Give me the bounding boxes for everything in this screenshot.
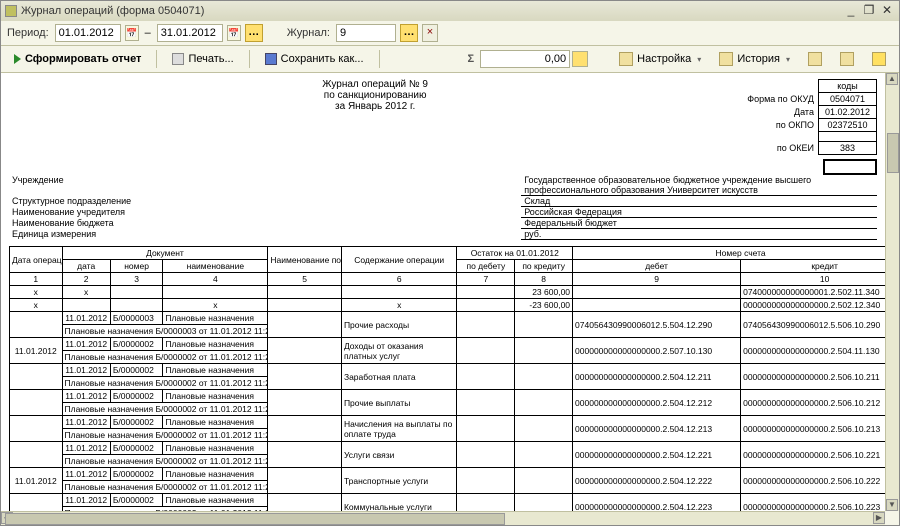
table-header: Дата операции Документ Наименование пока… [10,247,886,286]
app-icon [5,5,17,17]
gear-icon [619,52,633,66]
sum-calc-button[interactable] [572,51,588,67]
table-row[interactable]: 11.01.2012Б/0000003Плановые назначенияПр… [10,312,886,325]
titlebar: Журнал операций (форма 0504071) _ ❐ ✕ [1,1,899,21]
table-row[interactable]: 11.01.2012Б/0000002Плановые назначенияУс… [10,442,886,455]
table-row[interactable]: 11.01.201211.01.2012Б/0000002Плановые на… [10,338,886,351]
table-row[interactable]: 11.01.2012Б/0000002Плановые назначенияНа… [10,416,886,429]
table-row[interactable]: 11.01.2012Б/0000002Плановые назначенияКо… [10,494,886,507]
save-as-label: Сохранить как... [281,53,364,65]
diskette-icon [265,53,277,65]
date-to-input[interactable] [157,24,223,42]
print-label: Печать... [188,53,233,65]
app-window: Журнал операций (форма 0504071) _ ❐ ✕ Пе… [0,0,900,526]
restore-button[interactable]: ❐ [861,4,877,18]
table-row[interactable]: 11.01.201211.01.2012Б/0000002Плановые на… [10,468,886,481]
date-dash: – [145,27,151,39]
sum-field[interactable] [480,50,570,68]
period-picker-button[interactable]: … [245,24,263,42]
save-as-button[interactable]: Сохранить как... [258,50,371,68]
sigma-icon: Σ [468,53,475,65]
form-report-button[interactable]: Сформировать отчет [7,50,148,68]
horizontal-thumb[interactable] [5,513,505,525]
help-icon [872,52,886,66]
printer-icon [172,53,184,65]
form-report-label: Сформировать отчет [25,53,141,65]
stamp-box [823,159,877,175]
tool-button-1[interactable] [801,49,829,69]
scroll-right-button[interactable]: ▶ [873,512,885,524]
history-label: История [737,53,780,65]
history-icon [719,52,733,66]
table-body: хх23 600,00074000000000000001.2.502.11.3… [10,286,886,512]
operations-table: Дата операции Документ Наименование пока… [9,246,885,511]
period-toolbar: Период: 📅 – 📅 … Журнал: … × [1,21,899,46]
tool-button-2[interactable] [833,49,861,69]
history-button[interactable]: История [712,49,797,69]
horizontal-scrollbar[interactable]: ◀ ▶ [1,511,885,525]
journal-label: Журнал: [287,27,330,39]
table-row[interactable]: 11.01.2012Б/0000002Плановые назначенияЗа… [10,364,886,377]
play-icon [14,54,21,64]
vertical-thumb[interactable] [887,133,899,173]
report-area: коды Форма по ОКУД0504071 Дата01.02.2012… [1,73,899,525]
minimize-button[interactable]: _ [843,4,859,18]
scroll-down-button[interactable]: ▼ [886,499,898,511]
scroll-up-button[interactable]: ▲ [886,73,898,85]
period-label: Период: [7,27,49,39]
table-row[interactable]: ххх-23 600,00000000000000000000.2.502.12… [10,299,886,312]
tool-icon-2 [840,52,854,66]
table-row[interactable]: 11.01.2012Б/0000002Плановые назначенияПр… [10,390,886,403]
settings-button[interactable]: Настройка [612,49,708,69]
action-toolbar: Сформировать отчет Печать... Сохранить к… [1,46,899,73]
close-button[interactable]: ✕ [879,4,895,18]
journal-picker-button[interactable]: … [400,24,418,42]
codes-box: коды Форма по ОКУД0504071 Дата01.02.2012… [741,79,877,175]
settings-label: Настройка [637,53,691,65]
print-button[interactable]: Печать... [165,50,240,68]
window-title: Журнал операций (форма 0504071) [21,5,204,17]
table-row[interactable]: хх23 600,00074000000000000001.2.502.11.3… [10,286,886,299]
calendar-to-icon[interactable]: 📅 [227,25,241,41]
journal-input[interactable] [336,24,396,42]
date-from-input[interactable] [55,24,121,42]
journal-clear-button[interactable]: × [422,24,438,42]
report-scroll[interactable]: коды Форма по ОКУД0504071 Дата01.02.2012… [1,73,885,511]
tool-icon-1 [808,52,822,66]
help-button[interactable] [865,49,893,69]
vertical-scrollbar[interactable]: ▲ ▼ [885,73,899,511]
calendar-from-icon[interactable]: 📅 [125,25,139,41]
